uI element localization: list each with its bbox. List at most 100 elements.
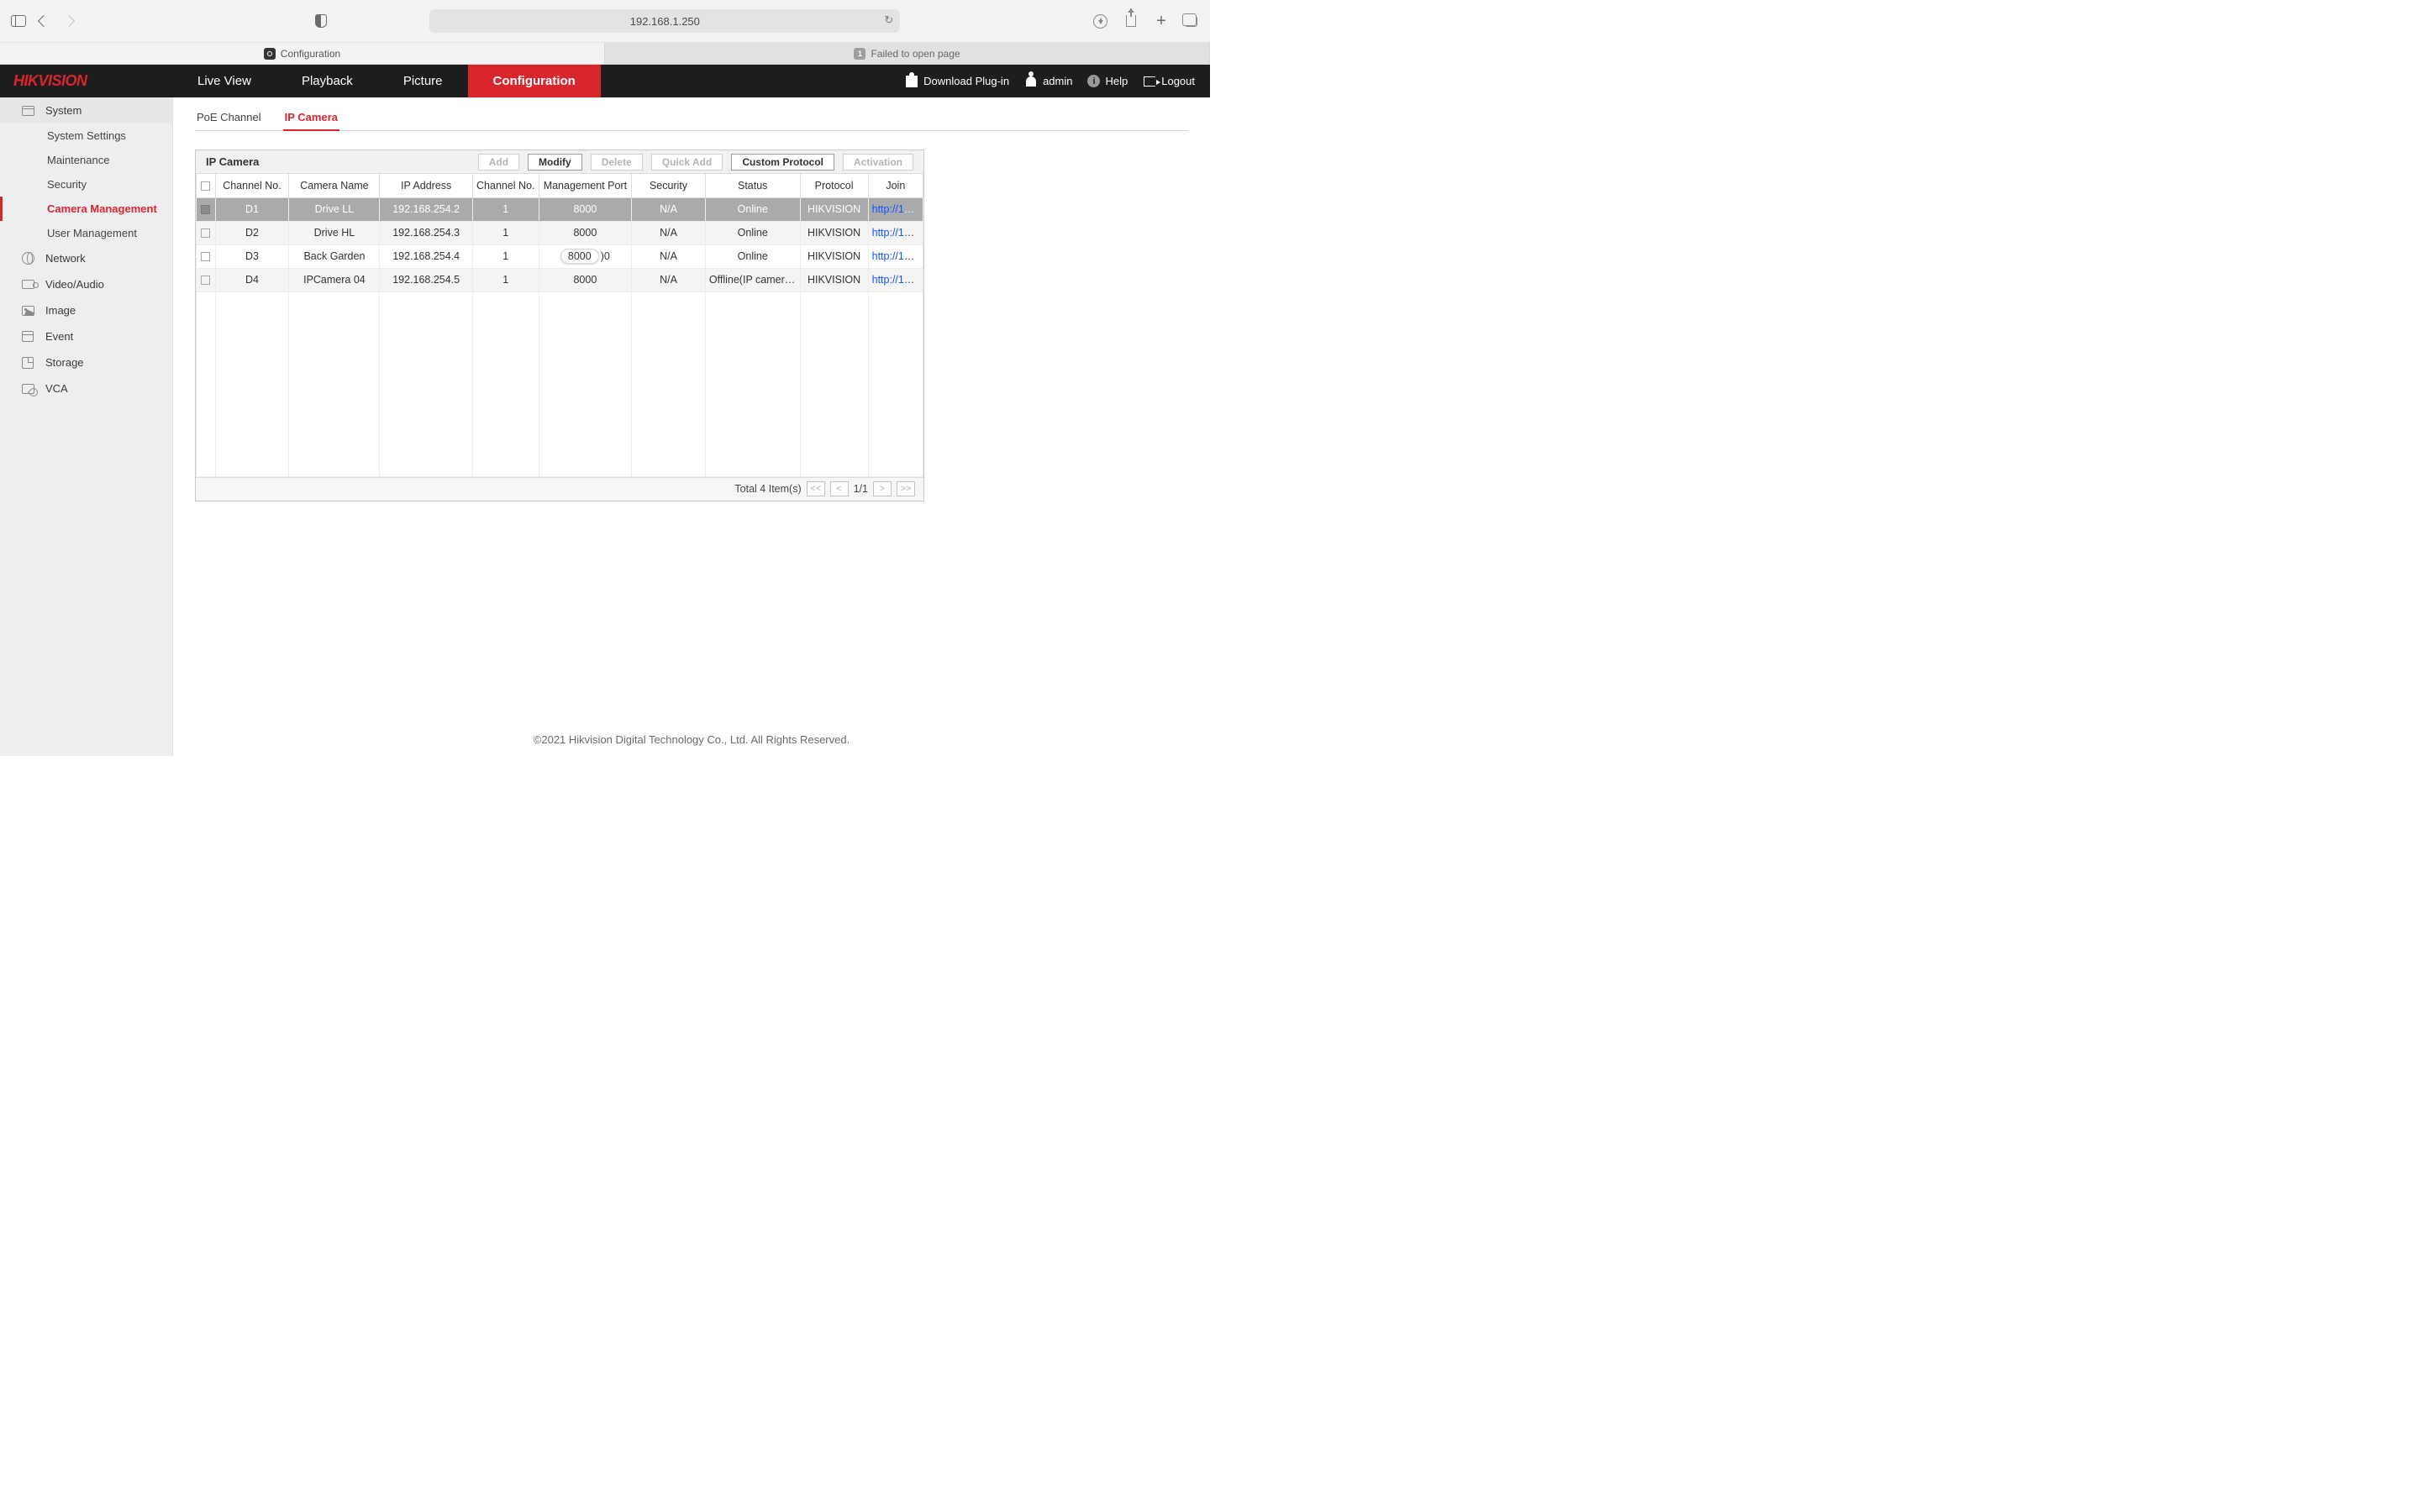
browser-toolbar: 192.168.1.250 ↻ + <box>0 0 1210 43</box>
join-link[interactable]: http://192.16… <box>872 274 923 286</box>
pager-total: Total 4 Item(s) <box>734 483 801 495</box>
sidebar-item-image[interactable]: Image <box>0 297 172 323</box>
help-link[interactable]: i Help <box>1087 75 1128 87</box>
row-checkbox[interactable] <box>201 276 210 285</box>
tab-overview-icon[interactable] <box>1183 13 1200 29</box>
cal-icon <box>20 329 35 344</box>
column-header[interactable]: Channel No. <box>472 174 539 197</box>
sidebar-item-video-audio[interactable]: Video/Audio <box>0 271 172 297</box>
ip-camera-panel: IP Camera Add Modify Delete Quick Add Cu… <box>195 150 924 501</box>
table-row[interactable]: D3Back Garden192.168.254.418000)0N/AOnli… <box>197 244 923 268</box>
column-header[interactable]: Protocol <box>800 174 868 197</box>
pager-pages: 1/1 <box>854 483 868 495</box>
download-plugin-label: Download Plug-in <box>923 75 1009 87</box>
help-label: Help <box>1105 75 1128 87</box>
content-area: PoE Channel IP Camera IP Camera Add Modif… <box>173 97 1210 756</box>
sidebar-item-event[interactable]: Event <box>0 323 172 349</box>
sidebar-sub-security[interactable]: Security <box>0 172 172 197</box>
row-checkbox[interactable] <box>201 205 210 214</box>
va-icon <box>20 277 35 292</box>
new-tab-icon[interactable]: + <box>1153 13 1170 29</box>
img-icon <box>20 303 35 318</box>
reload-icon[interactable]: ↻ <box>884 13 893 27</box>
sidebar-item-vca[interactable]: VCA <box>0 375 172 402</box>
nav-live-view[interactable]: Live View <box>172 65 276 97</box>
nav-picture[interactable]: Picture <box>378 65 468 97</box>
pager-last[interactable]: >> <box>897 481 915 496</box>
delete-button: Delete <box>591 154 643 171</box>
logout-label: Logout <box>1161 75 1195 87</box>
sidebar-sub-maintenance[interactable]: Maintenance <box>0 148 172 172</box>
subtab-ip-camera[interactable]: IP Camera <box>283 106 339 130</box>
box-icon <box>20 103 35 118</box>
sidebar-sub-user-management[interactable]: User Management <box>0 221 172 245</box>
sidebar-sub-camera-management[interactable]: Camera Management <box>0 197 172 221</box>
address-text: 192.168.1.250 <box>630 15 700 28</box>
camera-table: Channel No.Camera NameIP AddressChannel … <box>196 174 923 477</box>
tab-label: Configuration <box>281 48 340 60</box>
sidebar-sub-system-settings[interactable]: System Settings <box>0 123 172 148</box>
join-link[interactable]: http://192.16… <box>872 227 923 239</box>
browser-tabs: Configuration 1 Failed to open page <box>0 43 1210 65</box>
join-link[interactable]: http://192.16… <box>872 203 923 215</box>
pager-prev[interactable]: < <box>830 481 849 496</box>
column-header[interactable]: Camera Name <box>289 174 380 197</box>
panel-title: IP Camera <box>206 155 259 168</box>
person-icon <box>1024 75 1038 88</box>
column-header[interactable]: Security <box>632 174 706 197</box>
table-row[interactable]: D4IPCamera 04192.168.254.518000N/AOfflin… <box>197 268 923 291</box>
row-checkbox[interactable] <box>201 228 210 238</box>
favicon-icon <box>264 48 276 60</box>
column-header[interactable]: Channel No. <box>215 174 289 197</box>
table-row[interactable]: D2Drive HL192.168.254.318000N/AOnlineHIK… <box>197 221 923 244</box>
sub-tabs: PoE Channel IP Camera <box>195 97 1188 131</box>
address-bar[interactable]: 192.168.1.250 ↻ <box>429 9 900 33</box>
downloads-icon[interactable] <box>1092 13 1109 29</box>
vca-icon <box>20 381 35 396</box>
fail-badge-icon: 1 <box>854 48 865 60</box>
browser-tab-failed[interactable]: 1 Failed to open page <box>605 43 1210 64</box>
app-header: HIKVISION Live ViewPlaybackPictureConfig… <box>0 65 1210 97</box>
pager-next[interactable]: > <box>873 481 892 496</box>
sidebar-toggle-icon[interactable] <box>10 13 27 29</box>
nav-configuration[interactable]: Configuration <box>468 65 601 97</box>
add-button: Add <box>478 154 519 171</box>
sidebar-item-system[interactable]: System <box>0 97 172 123</box>
sidebar-item-storage[interactable]: Storage <box>0 349 172 375</box>
tab-label: Failed to open page <box>871 48 960 60</box>
info-icon: i <box>1087 75 1100 87</box>
custom-protocol-button[interactable]: Custom Protocol <box>731 154 834 171</box>
download-plugin-link[interactable]: Download Plug-in <box>905 75 1009 88</box>
disk-icon <box>20 355 35 370</box>
back-icon[interactable] <box>35 13 52 29</box>
user-label: admin <box>1043 75 1072 87</box>
logo: HIKVISION <box>0 72 172 90</box>
user-menu[interactable]: admin <box>1024 75 1072 88</box>
modify-button[interactable]: Modify <box>528 154 582 171</box>
column-header[interactable]: Join <box>868 174 923 197</box>
row-checkbox[interactable] <box>201 252 210 261</box>
pagination: Total 4 Item(s) << < 1/1 > >> <box>196 477 923 501</box>
sidebar-item-network[interactable]: Network <box>0 245 172 271</box>
select-all-checkbox[interactable] <box>201 181 210 191</box>
nav-playback[interactable]: Playback <box>276 65 378 97</box>
subtab-poe-channel[interactable]: PoE Channel <box>195 106 263 130</box>
column-header[interactable]: IP Address <box>380 174 472 197</box>
quick-add-button: Quick Add <box>651 154 723 171</box>
activation-button: Activation <box>843 154 913 171</box>
table-row[interactable]: D1Drive LL192.168.254.218000N/AOnlineHIK… <box>197 197 923 221</box>
logout-link[interactable]: Logout <box>1143 75 1195 88</box>
main-nav: Live ViewPlaybackPictureConfiguration <box>172 65 601 97</box>
browser-tab-configuration[interactable]: Configuration <box>0 43 605 64</box>
column-header[interactable]: Status <box>705 174 800 197</box>
logout-icon <box>1143 75 1156 88</box>
join-link[interactable]: http://192.16… <box>872 250 923 262</box>
privacy-shield-icon[interactable] <box>313 13 329 29</box>
pager-first[interactable]: << <box>807 481 825 496</box>
forward-icon <box>60 13 77 29</box>
share-icon[interactable] <box>1123 13 1139 29</box>
column-header[interactable]: Management Port <box>539 174 631 197</box>
puzzle-icon <box>905 75 918 88</box>
sidebar: SystemSystem SettingsMaintenanceSecurity… <box>0 97 173 756</box>
footer-copyright: ©2021 Hikvision Digital Technology Co., … <box>173 733 1210 746</box>
